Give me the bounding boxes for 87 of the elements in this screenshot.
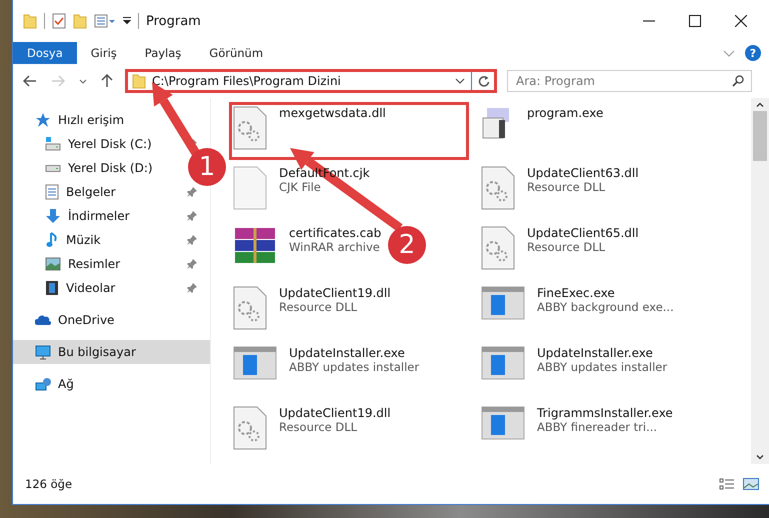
item-count: 126 öğe xyxy=(25,477,72,491)
file-type: WinRAR archive xyxy=(289,240,380,254)
file-name[interactable]: UpdateClient63.dll xyxy=(527,166,639,180)
cloud-icon xyxy=(35,314,51,326)
folder-icon xyxy=(132,74,146,88)
scroll-down-icon[interactable] xyxy=(756,455,764,460)
music-note-icon xyxy=(45,232,59,248)
properties-icon[interactable] xyxy=(94,14,116,28)
film-icon xyxy=(45,280,59,296)
file-name[interactable]: certificates.cab xyxy=(289,226,382,240)
file-name[interactable]: UpdateClient19.dll xyxy=(279,286,391,300)
ribbon-tab[interactable]: Dosya xyxy=(13,42,77,64)
drive-icon xyxy=(45,137,61,151)
sidebar-item[interactable]: Müzik xyxy=(13,228,171,252)
download-arrow-icon xyxy=(45,208,61,224)
sidebar-item[interactable]: Ağ xyxy=(13,372,210,396)
file-name[interactable]: UpdateClient19.dll xyxy=(279,406,391,420)
address-bar[interactable]: C:\Program Files\Program Dizini xyxy=(125,69,497,93)
file-type: Resource DLL xyxy=(527,240,606,254)
file-type: ABBY background exe... xyxy=(537,300,674,314)
file-name[interactable]: UpdateClient65.dll xyxy=(527,226,639,240)
minimize-icon[interactable] xyxy=(643,20,655,22)
dropdown-caret-icon[interactable] xyxy=(455,78,465,84)
network-icon xyxy=(35,378,51,390)
sidebar-item[interactable]: Bu bilgisayar xyxy=(13,340,210,364)
gear-file-icon[interactable] xyxy=(233,106,267,150)
file-type: ABBY finereader tri... xyxy=(537,420,658,434)
gear-file-icon[interactable] xyxy=(233,406,267,450)
document-icon xyxy=(45,184,59,200)
application-window-icon[interactable] xyxy=(481,346,525,380)
gear-file-icon[interactable] xyxy=(481,166,515,210)
file-type: Resource DLL xyxy=(279,300,358,314)
star-icon xyxy=(35,112,51,128)
pin-icon[interactable] xyxy=(187,187,197,197)
scrollbar[interactable] xyxy=(751,98,769,464)
file-type: ABBY updates installer xyxy=(289,360,420,374)
large-icons-view-icon[interactable] xyxy=(743,478,759,490)
file-name[interactable]: TrigrammsInstaller.exe xyxy=(537,406,673,420)
close-icon[interactable] xyxy=(735,15,747,27)
recent-caret-icon[interactable] xyxy=(79,78,87,84)
scrollbar-thumb[interactable] xyxy=(753,111,767,161)
sidebar-item[interactable]: Hızlı erişim xyxy=(13,108,210,132)
back-arrow-icon[interactable] xyxy=(23,75,37,87)
gear-file-icon[interactable] xyxy=(233,286,267,330)
window-title: Program xyxy=(146,14,201,28)
application-window-icon[interactable] xyxy=(481,286,525,320)
sidebar-item[interactable]: Videolar xyxy=(13,276,171,300)
pin-icon[interactable] xyxy=(187,235,197,245)
file-type: ABBY updates installer xyxy=(537,360,668,374)
picture-icon xyxy=(45,257,61,271)
sidebar-item[interactable]: Resimler xyxy=(13,252,171,276)
file-type: CJK File xyxy=(279,180,321,194)
pin-icon[interactable] xyxy=(187,283,197,293)
ribbon-tab[interactable]: Görünüm xyxy=(195,42,278,64)
scroll-up-icon[interactable] xyxy=(756,102,764,107)
file-name[interactable]: UpdateInstaller.exe xyxy=(537,346,653,360)
sidebar-item[interactable]: Yerel Disk (C:) xyxy=(13,132,171,156)
sidebar-item[interactable]: İndirmeler xyxy=(13,204,171,228)
pin-icon[interactable] xyxy=(187,259,197,269)
refresh-icon[interactable] xyxy=(478,75,490,87)
checklist-icon[interactable] xyxy=(52,13,66,29)
file-name[interactable]: UpdateInstaller.exe xyxy=(289,346,405,360)
search-field[interactable]: Ara: Program xyxy=(507,70,752,92)
file-name[interactable]: FineExec.exe xyxy=(537,286,615,300)
pin-icon[interactable] xyxy=(187,211,197,221)
sidebar-item[interactable]: Belgeler xyxy=(13,180,171,204)
application-window-icon[interactable] xyxy=(481,406,525,440)
search-icon[interactable] xyxy=(732,75,744,87)
archive-books-icon[interactable] xyxy=(233,226,277,266)
expand-ribbon-icon[interactable] xyxy=(723,50,735,56)
details-view-icon[interactable] xyxy=(719,478,735,490)
ribbon-tab[interactable]: Paylaş xyxy=(130,42,196,64)
drive-icon xyxy=(45,164,61,172)
application-window-icon[interactable] xyxy=(233,346,277,380)
up-arrow-icon[interactable] xyxy=(101,74,113,88)
maximize-icon[interactable] xyxy=(689,15,701,27)
customize-caret-icon[interactable] xyxy=(123,17,131,25)
file-type: Resource DLL xyxy=(527,180,606,194)
help-button[interactable]: ? xyxy=(745,45,761,61)
file-name[interactable]: program.exe xyxy=(527,106,604,120)
gear-file-icon[interactable] xyxy=(481,226,515,270)
file-type: Resource DLL xyxy=(279,420,358,434)
ribbon-tab[interactable]: Giriş xyxy=(76,42,131,64)
sidebar-item[interactable]: OneDrive xyxy=(13,308,210,332)
sidebar-item[interactable]: Yerel Disk (D:) xyxy=(13,156,171,180)
file-name[interactable]: mexgetwsdata.dll xyxy=(279,106,386,120)
monitor-icon xyxy=(35,344,51,360)
